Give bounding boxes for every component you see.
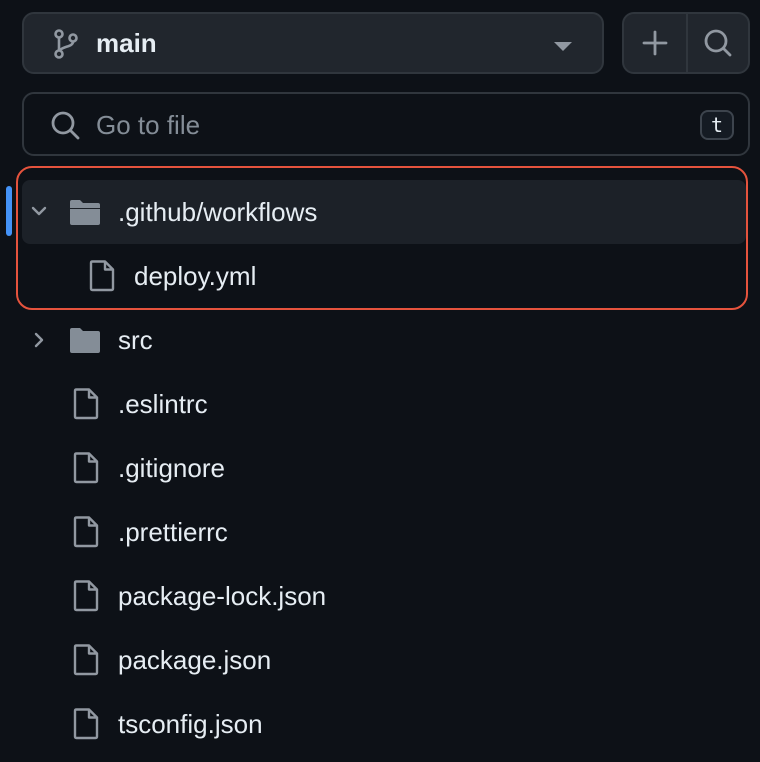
search-icon xyxy=(704,29,732,57)
tree-item-gitignore[interactable]: .gitignore xyxy=(22,436,746,500)
file-icon xyxy=(73,708,99,740)
file-icon xyxy=(73,452,99,484)
tree-item-label: .gitignore xyxy=(118,453,225,483)
tree-item-github-workflows[interactable]: .github/workflows xyxy=(22,180,746,244)
git-branch-icon xyxy=(54,29,78,59)
tree-item-label: .github/workflows xyxy=(118,197,318,227)
tree-item-prettierrc[interactable]: .prettierrc xyxy=(22,500,746,564)
plus-icon xyxy=(642,30,668,56)
folder-icon xyxy=(70,328,100,353)
tree-item-tsconfig-json[interactable]: tsconfig.json xyxy=(22,692,746,756)
active-item-indicator xyxy=(6,186,12,236)
search-files-button[interactable] xyxy=(688,14,748,72)
tree-item-eslintrc[interactable]: .eslintrc xyxy=(22,372,746,436)
file-icon xyxy=(73,388,99,420)
go-to-file-input[interactable]: Go to file t xyxy=(22,92,750,156)
tree-item-label: src xyxy=(118,325,153,355)
folder-open-icon xyxy=(70,200,100,225)
file-icon xyxy=(73,644,99,676)
tree-item-package-json[interactable]: package.json xyxy=(22,628,746,692)
tree-item-package-lock-json[interactable]: package-lock.json xyxy=(22,564,746,628)
chevron-down-icon xyxy=(31,206,47,216)
search-placeholder: Go to file xyxy=(96,110,201,140)
tree-item-label: tsconfig.json xyxy=(118,709,263,739)
tree-item-label: package.json xyxy=(118,645,272,675)
file-tree-panel: main Go to file t .github/workflows depl… xyxy=(0,0,760,762)
search-icon xyxy=(51,111,80,140)
tree-item-label: .eslintrc xyxy=(118,389,208,419)
branch-selector[interactable]: main xyxy=(22,12,604,74)
file-icon xyxy=(73,516,99,548)
tree-item-deploy-yml[interactable]: deploy.yml xyxy=(22,244,746,308)
branch-name: main xyxy=(96,28,157,58)
tree-item-label: .prettierrc xyxy=(118,517,228,547)
tree-item-label: deploy.yml xyxy=(134,261,257,291)
keyboard-shortcut-hint: t xyxy=(700,110,734,140)
tree-item-label: package-lock.json xyxy=(118,581,327,611)
chevron-down-icon xyxy=(554,42,572,51)
file-icon xyxy=(89,260,115,292)
add-file-button[interactable] xyxy=(624,14,686,72)
file-actions-group xyxy=(622,12,750,74)
file-icon xyxy=(73,580,99,612)
tree-item-src[interactable]: src xyxy=(22,308,746,372)
chevron-right-icon xyxy=(34,332,44,348)
